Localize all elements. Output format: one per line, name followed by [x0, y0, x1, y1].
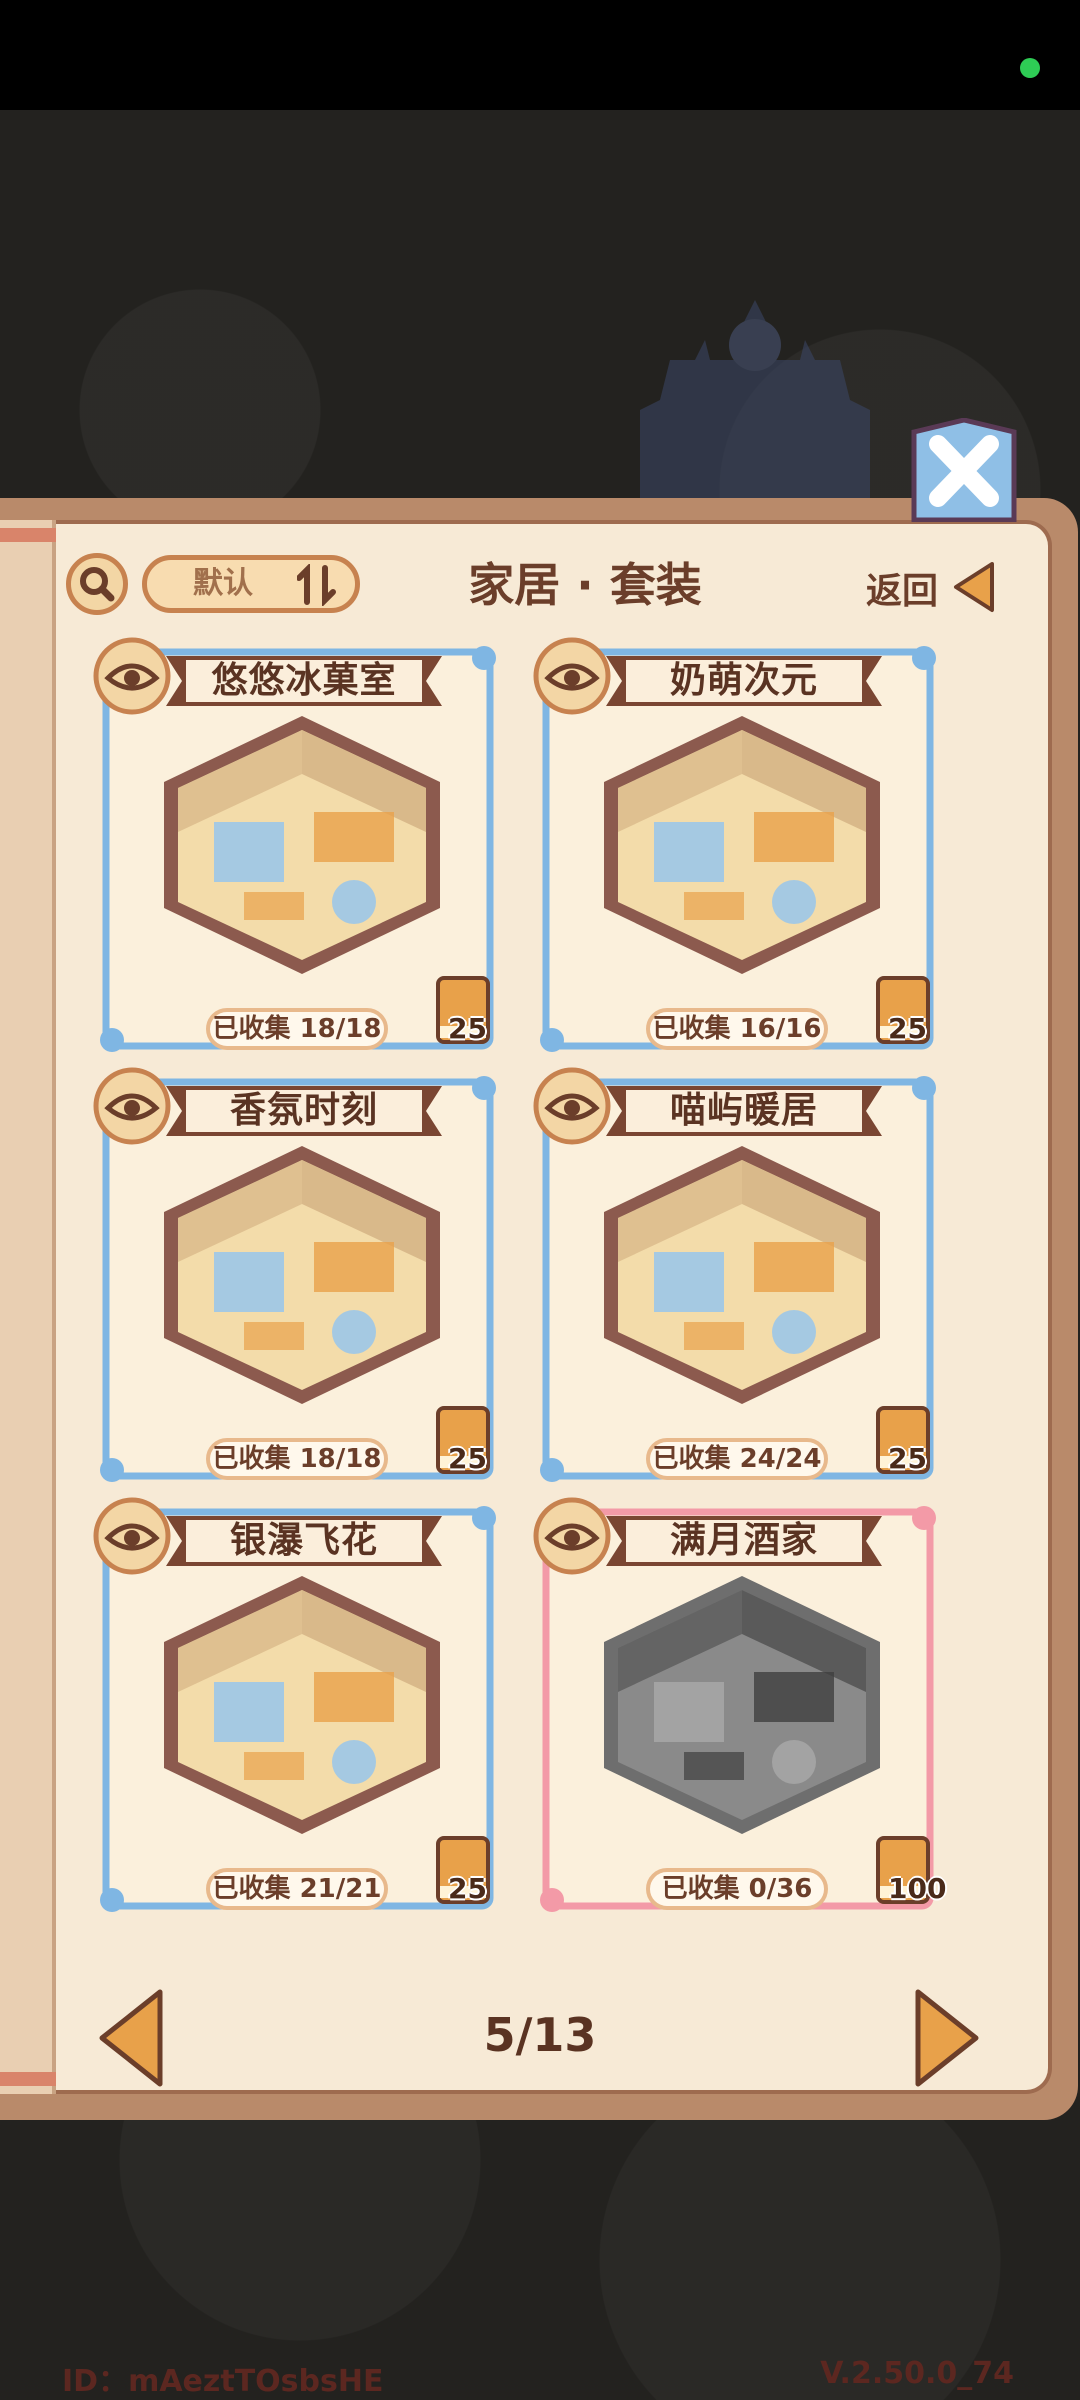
set-card[interactable]: 悠悠冰菓室 已收集 18/18 25: [93, 637, 498, 1054]
room-illustration: [604, 1576, 880, 1834]
preview-eye-icon[interactable]: [92, 636, 172, 716]
collection-progress: 已收集 24/24: [646, 1438, 828, 1480]
reward-amount: 100: [888, 1872, 947, 1905]
reward-amount: 25: [448, 1012, 487, 1045]
reward-amount: 25: [448, 1442, 487, 1475]
room-illustration: [164, 716, 440, 974]
previous-page-arrow-icon[interactable]: [96, 1988, 166, 2088]
sort-order-icon: [297, 564, 336, 606]
reward-amount: 25: [888, 1012, 927, 1045]
page-indicator: 5/13: [483, 2008, 597, 2062]
preview-eye-icon[interactable]: [532, 1066, 612, 1146]
status-bar: [0, 0, 1080, 110]
sort-button[interactable]: 默认: [142, 555, 360, 613]
set-card[interactable]: 满月酒家 已收集 0/36 100: [533, 1497, 946, 1914]
spine-edge-bottom: [0, 2072, 56, 2086]
reward-amount: 25: [888, 1442, 927, 1475]
page-title: 家居 · 套装: [468, 558, 702, 612]
collection-progress: 已收集 0/36: [646, 1868, 828, 1910]
collection-progress: 已收集 21/21: [206, 1868, 388, 1910]
search-button[interactable]: [66, 553, 128, 615]
collection-progress: 已收集 18/18: [206, 1438, 388, 1480]
set-card[interactable]: 喵屿暖居 已收集 24/24 25: [533, 1067, 938, 1484]
set-card[interactable]: 奶萌次元 已收集 16/16 25: [533, 637, 938, 1054]
search-icon: [80, 567, 115, 602]
room-illustration: [164, 1576, 440, 1834]
set-title: 喵屿暖居: [669, 1090, 818, 1131]
set-title: 银瀑飞花: [229, 1520, 378, 1561]
back-arrow-icon: [954, 562, 994, 612]
set-card[interactable]: 银瀑飞花 已收集 21/21 25: [93, 1497, 498, 1914]
castle-silhouette: [640, 300, 870, 510]
set-title: 满月酒家: [669, 1520, 818, 1561]
collection-progress: 已收集 16/16: [646, 1008, 828, 1050]
back-label: 返回: [866, 571, 939, 612]
version-label: V.2.50.0_74: [820, 2356, 1014, 2391]
book-spine: [0, 520, 56, 2094]
room-illustration: [604, 1146, 880, 1404]
close-icon[interactable]: [910, 418, 1018, 522]
reward-amount: 25: [448, 1872, 487, 1905]
room-illustration: [164, 1146, 440, 1404]
set-title: 香氛时刻: [229, 1090, 378, 1131]
sort-label: 默认: [193, 566, 253, 601]
spine-edge-top: [0, 528, 56, 542]
room-illustration: [604, 716, 880, 974]
status-indicator-dot: [1020, 58, 1040, 78]
preview-eye-icon[interactable]: [92, 1496, 172, 1576]
player-id: ID：mAeztTOsbsHE: [62, 2364, 384, 2399]
preview-eye-icon[interactable]: [532, 1496, 612, 1576]
set-title: 奶萌次元: [669, 660, 818, 701]
next-page-arrow-icon[interactable]: [912, 1988, 982, 2088]
set-card[interactable]: 香氛时刻 已收集 18/18 25: [93, 1067, 498, 1484]
preview-eye-icon[interactable]: [92, 1066, 172, 1146]
preview-eye-icon[interactable]: [532, 636, 612, 716]
back-button[interactable]: 返回: [866, 558, 996, 614]
set-title: 悠悠冰菓室: [211, 660, 397, 701]
collection-progress: 已收集 18/18: [206, 1008, 388, 1050]
